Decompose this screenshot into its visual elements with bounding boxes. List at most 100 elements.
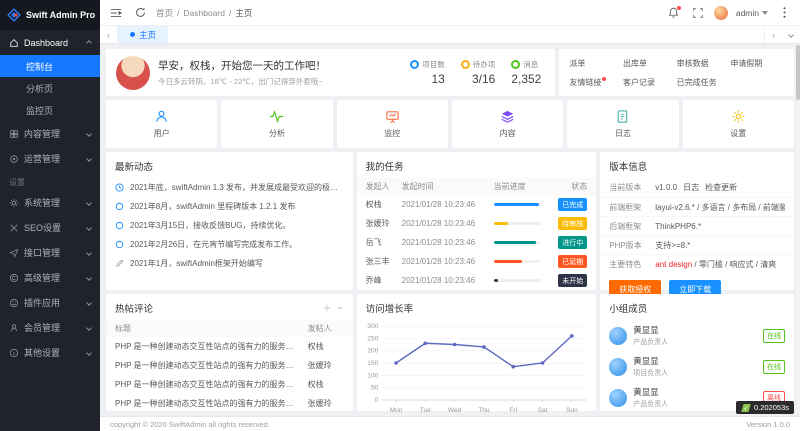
comment-author: 张媛玲 [308, 398, 344, 409]
quick-link-customer-records[interactable]: 客户记录 [623, 77, 655, 88]
notification-bell-icon[interactable] [666, 5, 682, 21]
svg-text:200: 200 [367, 348, 378, 355]
shortcut-analysis[interactable]: 分析 [221, 100, 332, 148]
sidebar-item-system-mgmt[interactable]: 系统管理 [0, 190, 100, 215]
card-collapse-icon[interactable] [336, 304, 344, 312]
sidebar-item-other-settings[interactable]: 其他设置 [0, 340, 100, 365]
stats-group: 项目数 13 待办项 3/16 消息 2,352 [410, 59, 545, 86]
scrollbar[interactable] [796, 45, 800, 415]
debug-trace-badge[interactable]: 0.202053s [736, 401, 794, 414]
breadcrumb-home[interactable]: 首页 [156, 7, 173, 19]
team-member-row: 黄显显产品负责人 在线 [600, 320, 794, 351]
sidebar-item-plugin-apps[interactable]: 插件应用 [0, 290, 100, 315]
user-avatar[interactable] [714, 6, 728, 20]
progress-bar [494, 241, 542, 244]
stat-value: 13 [410, 72, 445, 86]
collapse-sidebar-icon[interactable] [108, 5, 124, 21]
red-dot-badge [602, 77, 606, 81]
shortcut-content[interactable]: 内容 [452, 100, 563, 148]
sidebar-item-member-mgmt[interactable]: 会员管理 [0, 315, 100, 340]
board-icon [385, 109, 400, 124]
fullscreen-icon[interactable] [690, 5, 706, 21]
shortcut-settings[interactable]: 设置 [683, 100, 794, 148]
sidebar-item-monitor-page[interactable]: 监控页 [0, 99, 100, 121]
news-text: 2021年2月26日，在元宵节编写完成发布工作。 [130, 239, 297, 250]
sidebar-item-advanced-mgmt[interactable]: 高级管理 [0, 265, 100, 290]
user-menu[interactable]: admin [736, 8, 768, 18]
sidebar-item-analysis-page[interactable]: 分析页 [0, 77, 100, 99]
comment-title[interactable]: PHP 是一种创建动态交互性站点的强有力的服务器端脚本语言 [115, 360, 308, 371]
sidebar-section-label: 设置 [0, 171, 100, 190]
home-icon [9, 38, 19, 48]
more-vertical-icon[interactable] [776, 5, 792, 21]
task-owner: 张三丰 [366, 256, 402, 267]
quick-link-done-tasks[interactable]: 已完成任务 [677, 77, 717, 88]
version-label: PHP版本 [609, 240, 649, 251]
tab-scroll-left-icon[interactable]: ‹ [100, 26, 118, 43]
sidebar-item-dashboard[interactable]: Dashboard [0, 30, 100, 55]
users-icon [154, 109, 169, 124]
chevron-down-icon [86, 250, 92, 256]
card-settings-icon[interactable] [323, 304, 331, 312]
shortcut-row: 用户 分析 监控 内容 日志 设置 [106, 100, 794, 148]
comment-title[interactable]: PHP 是一种创建动态交互性站点的强有力的服务器端脚本语言 [115, 398, 308, 409]
shortcut-users[interactable]: 用户 [106, 100, 217, 148]
version-label: 后端框架 [609, 221, 649, 232]
version-row: 前端框架 layui-v2.6.* / 多语言 / 多布局 / 前端鉴权 [600, 197, 794, 216]
sidebar-item-label: 内容管理 [24, 127, 82, 140]
check-update-link[interactable]: 检查更新 [705, 182, 737, 193]
comment-title[interactable]: PHP 是一种创建动态交互性站点的强有力的服务器端脚本语言 [115, 341, 308, 352]
stat-value: 2,352 [511, 72, 541, 86]
app-logo[interactable]: Swift Admin Pro [0, 0, 100, 30]
sidebar-item-label: 运营管理 [24, 152, 82, 165]
sidebar-item-seo-settings[interactable]: SEO设置 [0, 215, 100, 240]
chevron-down-icon [86, 225, 92, 231]
chevron-down-icon [86, 275, 92, 281]
col-header: 发起时间 [402, 181, 494, 192]
circle-icon [115, 240, 124, 249]
sidebar-item-content-mgmt[interactable]: 内容管理 [0, 121, 100, 146]
tab-options-icon[interactable] [782, 26, 800, 43]
tab-home[interactable]: 主页 [118, 26, 168, 43]
scrollbar-thumb[interactable] [796, 45, 800, 100]
logo-diamond-icon [7, 8, 21, 22]
quick-link-leave-request[interactable]: 申请假期 [730, 58, 762, 69]
quick-link-label: 友情链接 [569, 78, 601, 87]
quick-link-outbound[interactable]: 出库单 [623, 58, 647, 69]
main-area: 首页 / Dashboard / 主页 admin ‹ 主页 › [100, 0, 800, 431]
shortcut-logs[interactable]: 日志 [567, 100, 678, 148]
svg-text:Sat: Sat [537, 407, 547, 414]
quick-link-friend-links[interactable]: 友情链接 [569, 77, 606, 88]
sidebar-item-console[interactable]: 控制台 [0, 55, 100, 77]
quick-link-dispatch[interactable]: 派单 [569, 58, 585, 69]
news-item: 2021年底，swiftAdmin 1.3 发布，并发展成最受欢迎的极速开发框架… [106, 178, 353, 197]
changelog-link[interactable]: 日志 [683, 182, 699, 193]
col-header: 当前进度 [494, 181, 552, 192]
footer: copyright © 2020 SwiftAdmin all rights r… [100, 416, 800, 431]
copyright-icon [9, 273, 19, 283]
shortcut-monitor[interactable]: 监控 [337, 100, 448, 148]
welcome-subtitle: 今日多云转阴，18℃ - 22℃，出门记得穿外套哦~ [158, 76, 402, 87]
chevron-down-icon [86, 200, 92, 206]
version-value: v1.0.0 [655, 183, 677, 192]
chart-title: 访问增长率 [366, 301, 414, 315]
tab-scroll-right-icon[interactable]: › [764, 26, 782, 43]
card-title: 小组成员 [609, 301, 647, 315]
sidebar-item-api-mgmt[interactable]: 接口管理 [0, 240, 100, 265]
member-name: 黄显显 [633, 324, 757, 336]
status-badge: 待审核 [558, 217, 587, 230]
refresh-icon[interactable] [132, 5, 148, 21]
stat-value: 3/16 [461, 72, 496, 86]
sidebar-item-operation-mgmt[interactable]: 运营管理 [0, 146, 100, 171]
task-row: 乔峰 2021/01/28 10:23:46 未开始 [357, 271, 597, 290]
svg-text:150: 150 [367, 360, 378, 367]
version-text: Version 1.0.0 [746, 420, 790, 429]
breadcrumb-dashboard[interactable]: Dashboard [183, 8, 225, 18]
stat-projects: 项目数 13 [410, 59, 445, 86]
card-title: 版本信息 [609, 159, 647, 173]
comment-title[interactable]: PHP 是一种创建动态交互性站点的强有力的服务器端脚本语言 [115, 379, 308, 390]
member-role: 产品负责人 [633, 337, 757, 347]
task-row: 张媛玲 2021/01/28 10:23:46 待审核 [357, 214, 597, 233]
svg-text:Mon: Mon [389, 407, 402, 414]
quick-link-audit-data[interactable]: 审核数据 [677, 58, 709, 69]
